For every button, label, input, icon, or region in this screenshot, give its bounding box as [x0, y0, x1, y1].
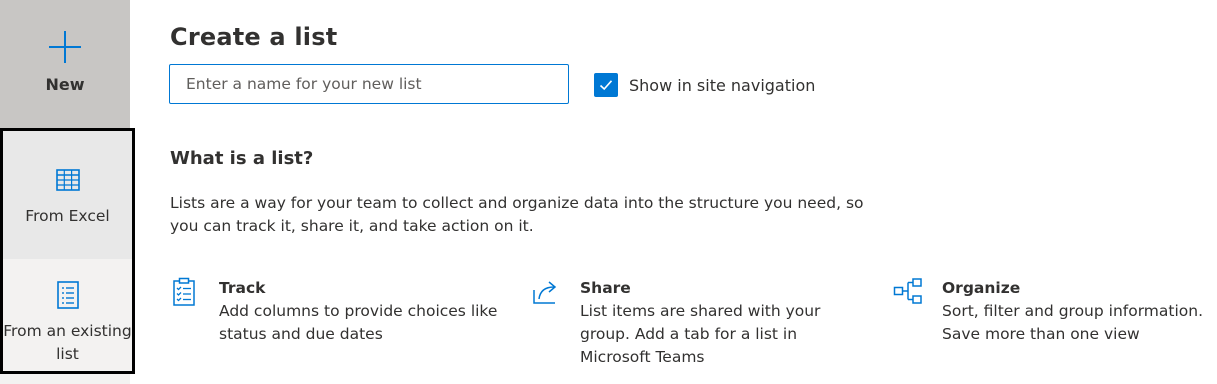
checkbox-box[interactable] — [594, 73, 618, 97]
feature-share: Share List items are shared with your gr… — [531, 277, 840, 369]
list-document-icon — [56, 281, 79, 309]
feature-share-text: Share List items are shared with your gr… — [580, 277, 840, 369]
show-in-navigation-checkbox[interactable]: Show in site navigation — [594, 73, 815, 97]
new-label: New — [45, 75, 85, 94]
feature-organize: Organize Sort, filter and group informat… — [893, 277, 1217, 346]
left-rail: New From Excel From an existing list — [0, 0, 135, 384]
what-is-a-list-heading: What is a list? — [170, 148, 314, 169]
feature-track-text: Track Add columns to provide choices lik… — [219, 277, 519, 346]
from-excel-label: From Excel — [25, 207, 110, 225]
from-existing-list-button[interactable]: From an existing list — [3, 259, 132, 371]
feature-organize-title: Organize — [942, 279, 1021, 297]
feature-share-title: Share — [580, 279, 631, 297]
checkmark-icon — [599, 80, 613, 91]
page-title: Create a list — [170, 23, 338, 51]
plus-icon — [49, 31, 81, 63]
feature-track-description: Add columns to provide choices like stat… — [219, 302, 498, 343]
clipboard-checklist-icon — [173, 277, 195, 306]
feature-organize-description: Sort, filter and group information. Save… — [942, 302, 1204, 343]
list-description: Lists are a way for your team to collect… — [170, 194, 864, 235]
import-options-group: From Excel From an existing list — [0, 128, 135, 374]
feature-track-title: Track — [219, 279, 266, 297]
list-name-input[interactable] — [169, 64, 569, 104]
hierarchy-icon — [893, 278, 922, 304]
show-in-navigation-label: Show in site navigation — [629, 75, 816, 95]
create-list-panel: New From Excel From an existing list Cre… — [0, 0, 1217, 384]
from-existing-list-label: From an existing list — [3, 322, 132, 363]
feature-share-description: List items are shared with your group. A… — [580, 302, 821, 366]
share-arrow-icon — [533, 281, 557, 304]
feature-organize-text: Organize Sort, filter and group informat… — [942, 277, 1217, 346]
from-excel-button[interactable]: From Excel — [3, 131, 132, 259]
feature-track: Track Add columns to provide choices lik… — [170, 277, 519, 346]
new-list-button[interactable]: New — [0, 0, 130, 128]
table-grid-icon — [55, 169, 80, 191]
